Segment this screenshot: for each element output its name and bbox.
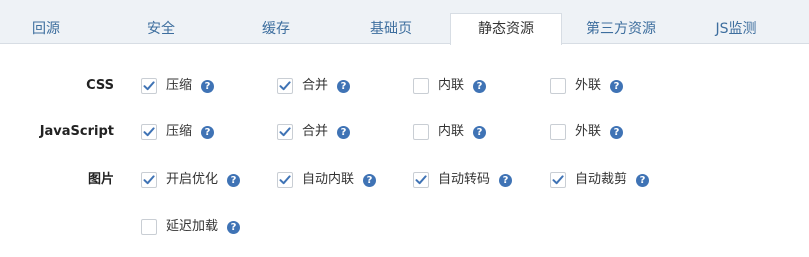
js-compress-label: 压缩 — [166, 124, 193, 139]
help-icon[interactable]: ? — [473, 79, 487, 93]
tab-origin[interactable]: 回源 — [0, 14, 92, 44]
img-lazy-load-label: 延迟加载 — [166, 219, 219, 234]
img-lazy-load-checkbox[interactable] — [141, 219, 157, 235]
tab-third-party-resources[interactable]: 第三方资源 — [562, 14, 680, 44]
css-external-checkbox[interactable] — [550, 78, 566, 94]
img-auto-crop-option[interactable]: 自动裁剪? — [550, 171, 650, 189]
checkmark-icon — [552, 175, 564, 185]
row-label-javascript: JavaScript — [39, 124, 114, 139]
help-icon[interactable]: ? — [473, 125, 487, 139]
img-auto-inline-option[interactable]: 自动内联? — [277, 171, 377, 189]
img-optimize-checkbox[interactable] — [141, 172, 157, 188]
js-merge-label: 合并 — [302, 124, 329, 139]
checkmark-icon — [143, 81, 155, 91]
img-optimize-label: 开启优化 — [166, 172, 219, 187]
css-external-label: 外联 — [575, 78, 602, 93]
img-auto-crop-checkbox[interactable] — [550, 172, 566, 188]
css-inline-option[interactable]: 内联? — [413, 77, 487, 95]
js-external-checkbox[interactable] — [550, 124, 566, 140]
img-auto-inline-checkbox[interactable] — [277, 172, 293, 188]
checkmark-icon — [279, 127, 291, 137]
tab-js-monitor[interactable]: JS监测 — [680, 14, 792, 44]
help-icon[interactable]: ? — [610, 79, 624, 93]
checkmark-icon — [415, 175, 427, 185]
js-compress-checkbox[interactable] — [141, 124, 157, 140]
js-external-label: 外联 — [575, 124, 602, 139]
help-icon[interactable]: ? — [337, 79, 351, 93]
help-icon[interactable]: ? — [227, 220, 241, 234]
js-inline-label: 内联 — [438, 124, 465, 139]
tab-basic-page[interactable]: 基础页 — [322, 14, 460, 44]
css-external-option[interactable]: 外联? — [550, 77, 624, 95]
help-icon[interactable]: ? — [610, 125, 624, 139]
row-label-css: CSS — [86, 78, 114, 93]
js-merge-checkbox[interactable] — [277, 124, 293, 140]
css-compress-option[interactable]: 压缩? — [141, 77, 215, 95]
img-auto-crop-label: 自动裁剪 — [575, 172, 628, 187]
help-icon[interactable]: ? — [499, 173, 513, 187]
css-merge-option[interactable]: 合并? — [277, 77, 351, 95]
img-lazy-load-option[interactable]: 延迟加载? — [141, 218, 241, 236]
row-label-images: 图片 — [87, 172, 114, 187]
css-inline-label: 内联 — [438, 78, 465, 93]
help-icon[interactable]: ? — [363, 173, 377, 187]
js-external-option[interactable]: 外联? — [550, 123, 624, 141]
help-icon[interactable]: ? — [201, 79, 215, 93]
checkmark-icon — [143, 127, 155, 137]
css-merge-label: 合并 — [302, 78, 329, 93]
js-compress-option[interactable]: 压缩? — [141, 123, 215, 141]
css-compress-checkbox[interactable] — [141, 78, 157, 94]
checkmark-icon — [279, 175, 291, 185]
tab-static-resources[interactable]: 静态资源 — [450, 13, 562, 45]
tab-bar: 回源 安全 缓存 基础页 静态资源 第三方资源 JS监测 — [0, 0, 809, 45]
checkmark-icon — [143, 175, 155, 185]
css-compress-label: 压缩 — [166, 78, 193, 93]
img-auto-transcode-label: 自动转码 — [438, 172, 491, 187]
help-icon[interactable]: ? — [337, 125, 351, 139]
img-auto-transcode-option[interactable]: 自动转码? — [413, 171, 513, 189]
img-optimize-option[interactable]: 开启优化? — [141, 171, 241, 189]
img-auto-transcode-checkbox[interactable] — [413, 172, 429, 188]
help-icon[interactable]: ? — [227, 173, 241, 187]
help-icon[interactable]: ? — [636, 173, 650, 187]
js-inline-checkbox[interactable] — [413, 124, 429, 140]
img-auto-inline-label: 自动内联 — [302, 172, 355, 187]
js-merge-option[interactable]: 合并? — [277, 123, 351, 141]
css-merge-checkbox[interactable] — [277, 78, 293, 94]
help-icon[interactable]: ? — [201, 125, 215, 139]
checkmark-icon — [279, 81, 291, 91]
js-inline-option[interactable]: 内联? — [413, 123, 487, 141]
css-inline-checkbox[interactable] — [413, 78, 429, 94]
